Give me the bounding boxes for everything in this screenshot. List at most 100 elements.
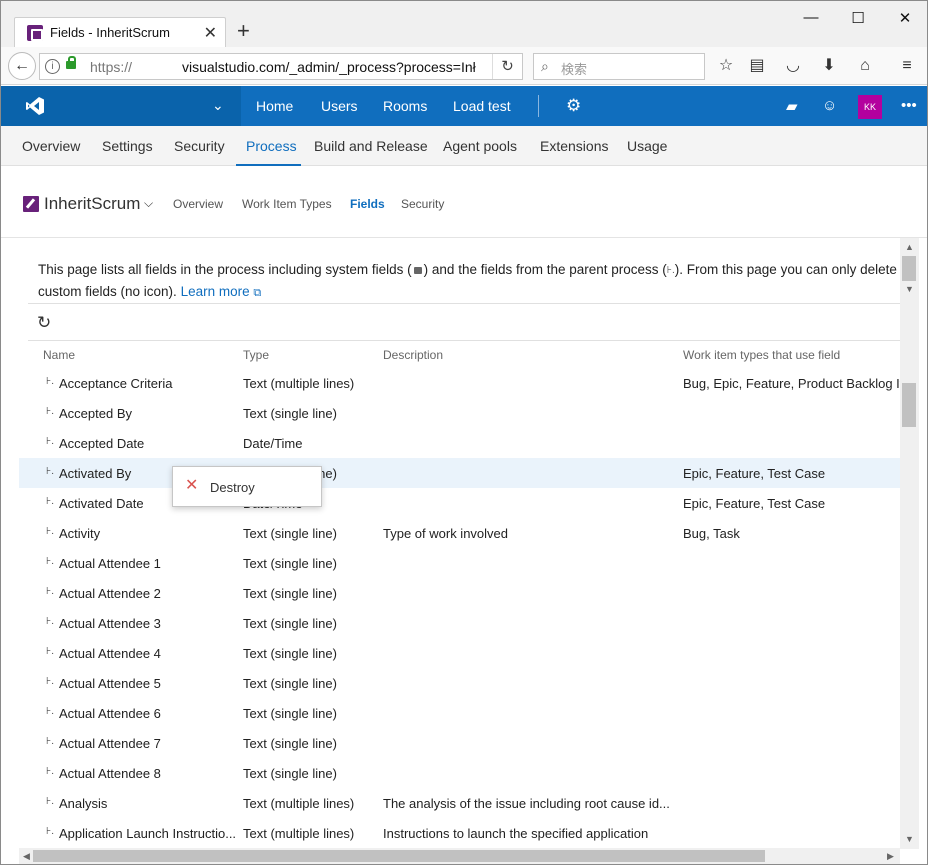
destroy-icon: ✕: [185, 477, 199, 494]
column-header-description[interactable]: Description: [383, 348, 443, 362]
tab-process[interactable]: Process: [246, 138, 297, 154]
back-button[interactable]: ←: [8, 52, 36, 80]
inherited-field-icon: ⊦.: [46, 496, 54, 507]
search-icon: ⌕: [541, 58, 549, 74]
process-name[interactable]: InheritScrum: [44, 194, 140, 214]
pocket-icon[interactable]: ◡: [783, 56, 803, 76]
process-tab-work-item-types[interactable]: Work Item Types: [242, 197, 332, 211]
avatar[interactable]: KK: [858, 95, 882, 119]
vsts-logo-icon: [26, 97, 44, 115]
tab-extensions[interactable]: Extensions: [540, 138, 608, 154]
table-row[interactable]: ⊦. Actual Attendee 6 Text (single line): [19, 698, 901, 728]
field-type: Text (multiple lines): [243, 796, 355, 811]
app-header: ⌄ Home Users Rooms Load test ⚙ ▰ ☺ •••: [1, 86, 927, 126]
tab-build-and-release[interactable]: Build and Release: [314, 138, 428, 154]
table-row[interactable]: ⊦. Actual Attendee 1 Text (single line): [19, 548, 901, 578]
browser-tab[interactable]: Fields - InheritScrum ✕: [14, 17, 226, 47]
field-work-item-types: Epic, Feature, Test Case: [683, 466, 826, 481]
tab-settings[interactable]: Settings: [102, 138, 153, 154]
scroll-right-icon[interactable]: ▶: [887, 851, 894, 862]
field-type: Text (single line): [243, 526, 337, 541]
process-edit-icon: [23, 196, 39, 212]
site-info-icon[interactable]: i: [45, 59, 60, 74]
table-row[interactable]: ⊦. Actual Attendee 3 Text (single line): [19, 608, 901, 638]
close-window-button[interactable]: ✕: [895, 9, 915, 27]
home-icon[interactable]: ⌂: [855, 56, 875, 76]
field-work-item-types: Epic, Feature, Test Case: [683, 496, 826, 511]
table-row[interactable]: ⊦. Acceptance Criteria Text (multiple line…: [19, 368, 901, 398]
column-header-type[interactable]: Type: [243, 348, 269, 362]
marketplace-bag-icon[interactable]: ▰: [786, 97, 798, 115]
scrollbar-thumb[interactable]: [902, 256, 916, 281]
reading-list-icon[interactable]: ▤: [747, 56, 767, 76]
external-link-icon[interactable]: ⧉: [253, 287, 261, 299]
reload-icon[interactable]: ↻: [492, 54, 522, 79]
tab-agent-pools[interactable]: Agent pools: [443, 138, 517, 154]
table-row[interactable]: ⊦. Actual Attendee 4 Text (single line): [19, 638, 901, 668]
table-row[interactable]: ⊦. Accepted By Text (single line): [19, 398, 901, 428]
nav-users[interactable]: Users: [321, 98, 358, 114]
inherited-field-icon: ⊦.: [46, 826, 54, 837]
new-tab-button[interactable]: +: [237, 19, 250, 43]
scroll-up-icon[interactable]: ▲: [905, 242, 914, 252]
table-row[interactable]: ⊦. Activity Text (single line) Type of work…: [19, 518, 901, 548]
field-work-item-types: Bug, Task: [683, 526, 740, 541]
lock-icon: [66, 56, 76, 69]
table-row[interactable]: ⊦. Actual Attendee 8 Text (single line): [19, 758, 901, 788]
bookmark-star-icon[interactable]: ☆: [716, 56, 736, 76]
field-type: Text (single line): [243, 586, 337, 601]
search-input[interactable]: ⌕ 検索: [533, 53, 705, 80]
account-switcher[interactable]: ⌄: [1, 86, 241, 126]
tab-close-icon[interactable]: ✕: [204, 23, 217, 43]
scroll-left-icon[interactable]: ◀: [23, 851, 30, 862]
maximize-button[interactable]: ☐: [848, 9, 868, 27]
inherited-field-icon: ⊦.: [46, 556, 54, 567]
table-scrollbar-thumb[interactable]: [902, 383, 916, 427]
refresh-icon[interactable]: ↻: [37, 313, 51, 333]
divider: [28, 340, 901, 341]
column-header-work-item-types[interactable]: Work item types that use field: [683, 348, 840, 362]
table-row[interactable]: ⊦.Activated DateDate/TimeEpic, Feature, …: [19, 488, 901, 518]
field-name: Analysis: [59, 796, 108, 811]
tab-usage[interactable]: Usage: [627, 138, 667, 154]
field-name: Actual Attendee 1: [59, 556, 161, 571]
url-bar[interactable]: i https:// visualstudio.com/_admin/_proc…: [39, 53, 523, 80]
settings-gear-icon[interactable]: ⚙: [566, 96, 581, 116]
inherited-field-icon: ⊦.: [46, 676, 54, 687]
tab-overview[interactable]: Overview: [22, 138, 80, 154]
chevron-down-icon[interactable]: ⌵: [144, 196, 153, 211]
process-tab-security[interactable]: Security: [401, 197, 444, 211]
table-row[interactable]: ⊦. Application Launch Instructio... Text (…: [19, 818, 901, 848]
field-name: Actual Attendee 4: [59, 646, 161, 661]
field-description: Type of work involved: [383, 526, 509, 541]
field-name: Actual Attendee 7: [59, 736, 161, 751]
table-row[interactable]: ⊦. Actual Attendee 5 Text (single line): [19, 668, 901, 698]
inherited-field-icon: ⊦.: [46, 766, 54, 777]
download-icon[interactable]: ⬇: [819, 56, 839, 76]
process-tab-overview[interactable]: Overview: [173, 197, 223, 211]
field-type: Date/Time: [243, 436, 303, 451]
process-tab-fields[interactable]: Fields: [350, 197, 385, 211]
nav-rooms[interactable]: Rooms: [383, 98, 427, 114]
learn-more-link[interactable]: Learn more: [181, 284, 250, 299]
column-header-name[interactable]: Name: [43, 348, 75, 362]
feedback-smiley-icon[interactable]: ☺: [822, 97, 837, 114]
table-row[interactable]: ⊦. Accepted Date Date/Time: [19, 428, 901, 458]
nav-home[interactable]: Home: [256, 98, 293, 114]
scroll-down-icon[interactable]: ▼: [905, 834, 914, 844]
scroll-down-icon[interactable]: ▼: [905, 284, 914, 294]
minimize-button[interactable]: —: [801, 9, 821, 26]
tab-security[interactable]: Security: [174, 138, 225, 154]
table-row[interactable]: ⊦. Analysis Text (multiple lines) The analy…: [19, 788, 901, 818]
table-row[interactable]: ⊦.Activated ByText (single line)Epic, Fe…: [19, 458, 901, 488]
horizontal-scrollbar-thumb[interactable]: [33, 850, 765, 862]
vertical-scrollbar[interactable]: ▲ ▼ ▼: [900, 238, 919, 849]
nav-load-test[interactable]: Load test: [453, 98, 511, 114]
horizontal-scrollbar[interactable]: ◀ ▶: [19, 848, 900, 864]
table-row[interactable]: ⊦. Actual Attendee 7 Text (single line): [19, 728, 901, 758]
more-options-icon[interactable]: •••: [901, 97, 917, 114]
field-description: The analysis of the issue including root…: [383, 796, 670, 811]
table-row[interactable]: ⊦. Actual Attendee 2 Text (single line): [19, 578, 901, 608]
destroy-menu-item[interactable]: Destroy: [210, 480, 255, 495]
menu-icon[interactable]: ≡: [897, 56, 917, 76]
